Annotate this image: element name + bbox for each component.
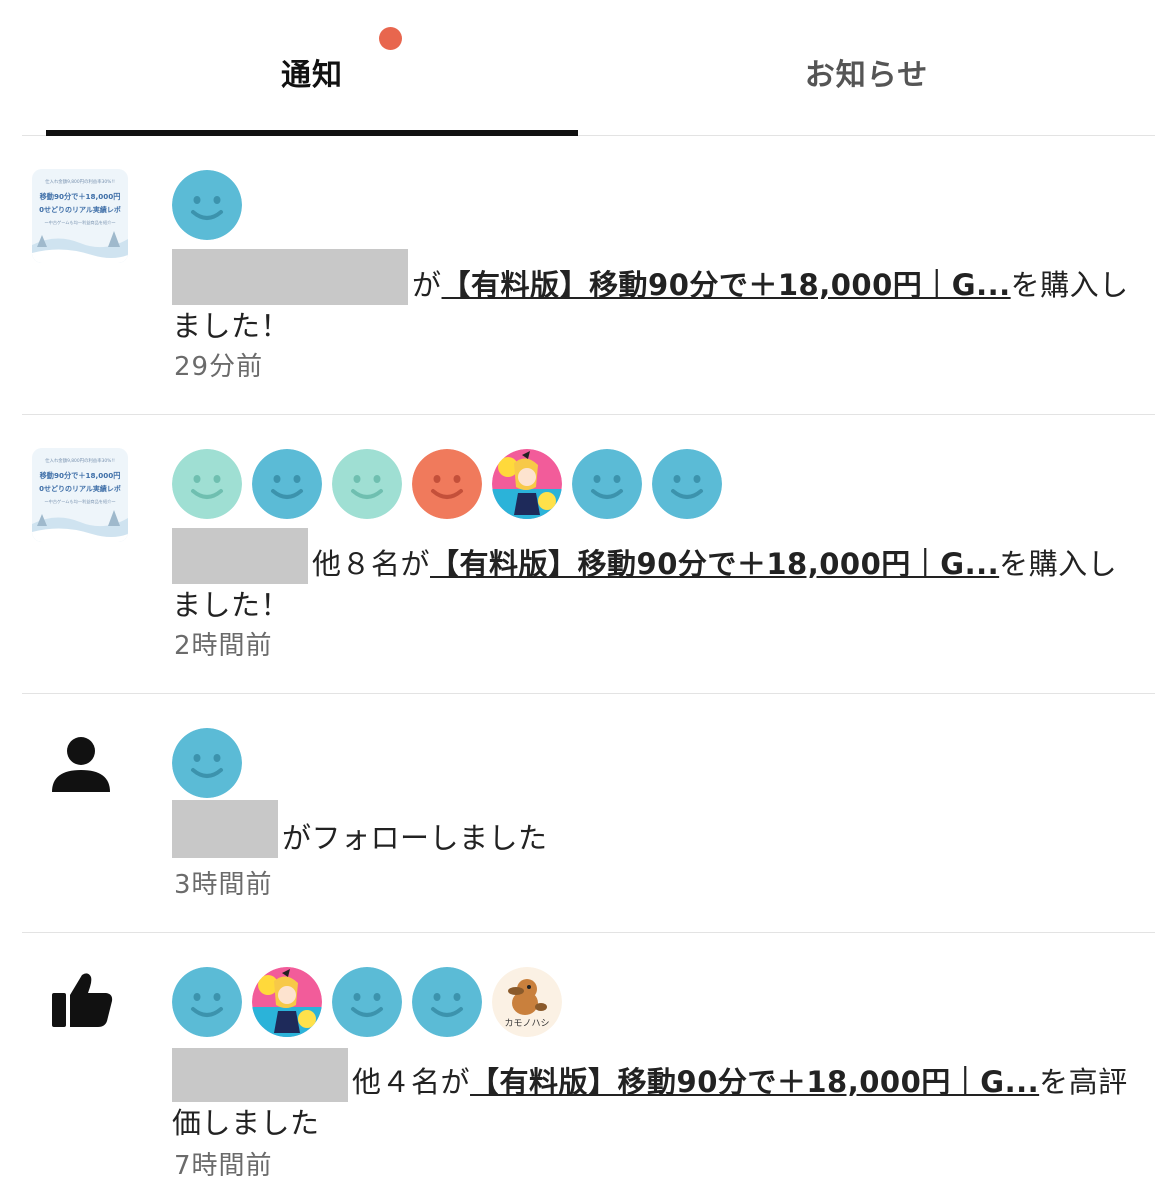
- avatar[interactable]: [412, 967, 482, 1037]
- tab-announcements[interactable]: お知らせ: [578, 0, 1155, 136]
- thumb-line-1: 仕入れ金額9,800円の利益率30%!!: [45, 457, 115, 464]
- actor-suffix: が: [412, 268, 442, 302]
- timestamp: 2時間前: [174, 631, 273, 661]
- article-link[interactable]: 【有料版】移動90分で＋18,000円｜G...: [430, 547, 999, 581]
- article-thumbnail[interactable]: 仕入れ金額9,800円の利益率30%!! 移動90分で＋18,000円 0せどり…: [32, 448, 128, 542]
- article-link[interactable]: 【有料版】移動90分で＋18,000円｜G...: [470, 1065, 1039, 1099]
- thumbs-up-icon: [50, 971, 114, 1033]
- tab-notifications[interactable]: 通知: [46, 0, 578, 136]
- actor-suffix: 他８名が: [312, 547, 431, 581]
- notification-item[interactable]: カモノハシ 他４名が【有料版】移動90分で＋18,000円｜G...を高評価しま…: [22, 933, 1155, 1200]
- notification-text: 他４名が【有料版】移動90分で＋18,000円｜G...を高評価しました: [172, 1048, 1132, 1144]
- avatar[interactable]: [652, 449, 722, 519]
- avatar-anime-character[interactable]: [252, 967, 322, 1037]
- timestamp: 3時間前: [174, 870, 273, 900]
- unread-dot: [379, 27, 402, 50]
- redacted-username: [172, 1048, 348, 1102]
- notification-text: が【有料版】移動90分で＋18,000円｜G...を購入しました！: [172, 249, 1132, 347]
- tab-notifications-label: 通知: [281, 58, 343, 93]
- thumb-line-3: 0せどりのリアル実績レポ: [39, 484, 121, 493]
- redacted-username: [172, 249, 408, 305]
- avatar-anime-character[interactable]: [492, 449, 562, 519]
- avatar[interactable]: [172, 728, 242, 798]
- notification-text: がフォローしました: [172, 800, 1132, 859]
- avatar[interactable]: [172, 170, 242, 240]
- avatar[interactable]: [172, 967, 242, 1037]
- thumb-line-1: 仕入れ金額9,800円の利益率30%!!: [45, 178, 115, 185]
- thumb-line-2: 移動90分で＋18,000円: [40, 192, 121, 201]
- avatar[interactable]: [332, 449, 402, 519]
- avatar[interactable]: [412, 449, 482, 519]
- platypus-avatar-label: カモノハシ: [504, 1018, 549, 1029]
- thumb-line-4: 〜中古ゲームも均一利益商品を紹介〜: [44, 498, 115, 505]
- notification-item[interactable]: 仕入れ金額9,800円の利益率30%!! 移動90分で＋18,000円 0せどり…: [22, 136, 1155, 415]
- action-text: がフォローしました: [282, 821, 548, 855]
- notification-text: 他８名が【有料版】移動90分で＋18,000円｜G...を購入しました！: [172, 528, 1132, 626]
- article-thumbnail[interactable]: 仕入れ金額9,800円の利益率30%!! 移動90分で＋18,000円 0せどり…: [32, 169, 128, 263]
- avatar[interactable]: [332, 967, 402, 1037]
- notification-item[interactable]: 仕入れ金額9,800円の利益率30%!! 移動90分で＋18,000円 0せどり…: [22, 415, 1155, 694]
- thumb-line-4: 〜中古ゲームも均一利益商品を紹介〜: [44, 219, 115, 226]
- actor-suffix: 他４名が: [352, 1065, 471, 1099]
- article-link[interactable]: 【有料版】移動90分で＋18,000円｜G...: [442, 268, 1011, 302]
- avatar[interactable]: [572, 449, 642, 519]
- tab-announcements-label: お知らせ: [804, 58, 929, 93]
- avatar-platypus[interactable]: カモノハシ: [492, 967, 562, 1037]
- redacted-username: [172, 528, 308, 584]
- notification-item[interactable]: がフォローしました 3時間前: [22, 694, 1155, 933]
- thumb-line-3: 0せどりのリアル実績レポ: [39, 205, 121, 214]
- timestamp: 29分前: [174, 352, 264, 382]
- avatar[interactable]: [252, 449, 322, 519]
- timestamp: 7時間前: [174, 1151, 273, 1181]
- thumb-line-2: 移動90分で＋18,000円: [40, 471, 121, 480]
- notification-tabs: 通知 お知らせ: [22, 0, 1155, 136]
- avatar[interactable]: [172, 449, 242, 519]
- redacted-username: [172, 800, 278, 858]
- person-icon: [50, 734, 112, 800]
